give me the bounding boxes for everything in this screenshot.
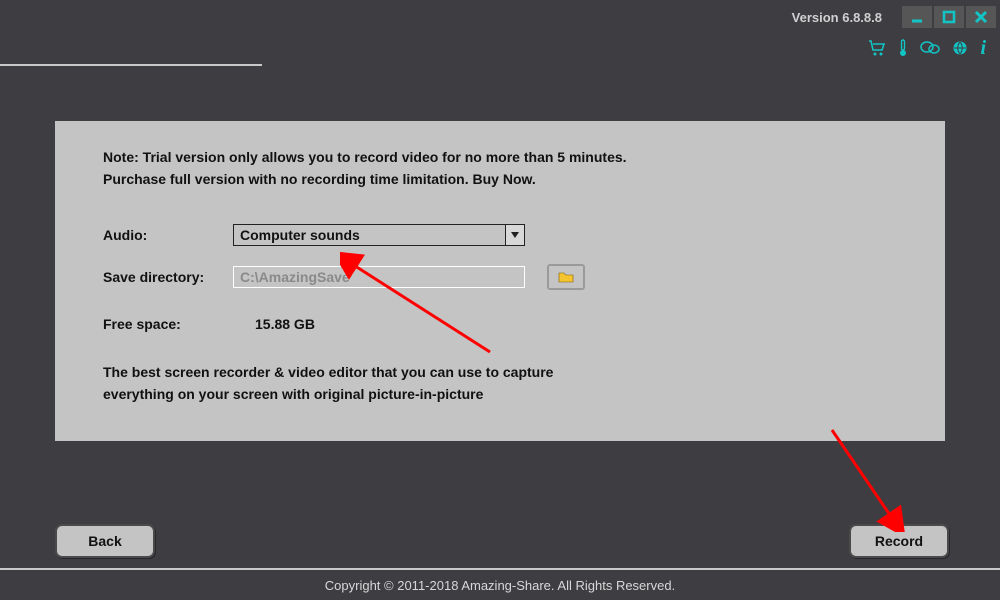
record-button[interactable]: Record [849,524,949,558]
note-line-1: Note: Trial version only allows you to r… [103,149,627,165]
close-button[interactable] [966,6,996,28]
cart-icon[interactable] [868,40,886,56]
minimize-button[interactable] [902,6,932,28]
blurb-line-1: The best screen recorder & video editor … [103,364,553,380]
settings-panel: Note: Trial version only allows you to r… [55,121,945,441]
note-line-2: Purchase full version with no recording … [103,171,536,187]
chat-icon[interactable] [920,40,940,56]
browse-button[interactable] [547,264,585,290]
globe-icon[interactable] [952,40,968,56]
info-icon[interactable]: i [980,38,986,58]
free-space-row: Free space: 15.88 GB [103,316,905,332]
free-space-value: 15.88 GB [255,316,315,332]
audio-select-value: Computer sounds [234,227,505,243]
description-text: The best screen recorder & video editor … [103,362,663,405]
close-icon [974,10,988,24]
save-directory-row: Save directory: C:\AmazingSave [103,264,905,290]
maximize-button[interactable] [934,6,964,28]
blurb-line-2: everything on your screen with original … [103,386,483,402]
minimize-icon [910,10,924,24]
footer: Copyright © 2011-2018 Amazing-Share. All… [0,568,1000,600]
title-bar: Version 6.8.8.8 [0,0,1000,34]
chevron-down-icon [505,225,524,245]
trial-note: Note: Trial version only allows you to r… [103,147,905,190]
audio-label: Audio: [103,227,233,243]
save-directory-label: Save directory: [103,269,233,285]
save-directory-input[interactable]: C:\AmazingSave [233,266,525,288]
thermometer-icon[interactable] [898,39,908,57]
free-space-label: Free space: [103,316,233,332]
audio-select[interactable]: Computer sounds [233,224,525,246]
back-button[interactable]: Back [55,524,155,558]
main-area: Note: Trial version only allows you to r… [0,66,1000,599]
copyright-text: Copyright © 2011-2018 Amazing-Share. All… [325,578,675,593]
maximize-icon [942,10,956,24]
audio-row: Audio: Computer sounds [103,224,905,246]
folder-icon [558,271,574,283]
version-label: Version 6.8.8.8 [792,10,882,25]
toolbar: i [0,34,1000,62]
